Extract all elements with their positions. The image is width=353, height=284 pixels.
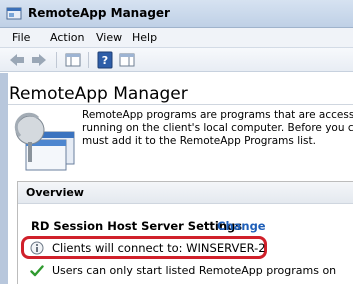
remoteapp-icon (6, 7, 22, 20)
description-line: running on the client's local computer. … (82, 122, 353, 134)
change-link[interactable]: Change (217, 219, 266, 233)
forward-icon[interactable] (30, 51, 48, 69)
window-title: RemoteApp Manager (28, 6, 170, 20)
svg-text:?: ? (102, 54, 108, 67)
overview-title: Overview (26, 186, 84, 199)
page-description: RemoteApp programs are programs that are… (82, 109, 353, 148)
description-line: must add it to the RemoteApp Programs li… (82, 135, 316, 147)
console-tree-icon[interactable] (64, 51, 82, 69)
description-line: RemoteApp programs are programs that are… (82, 109, 353, 121)
menu-file[interactable]: File (12, 31, 30, 44)
back-icon[interactable] (8, 51, 26, 69)
toolbar: ? (0, 48, 353, 72)
page-title: RemoteApp Manager (9, 84, 188, 104)
section-title: RD Session Host Server Settings (31, 219, 243, 233)
menu-bar: File Action View Help (0, 28, 353, 48)
action-pane-icon[interactable] (118, 51, 136, 69)
title-divider (8, 104, 353, 105)
checkmark-icon (30, 265, 44, 277)
remoteapp-illustration-icon (14, 112, 75, 171)
help-icon[interactable]: ? (96, 51, 114, 69)
title-bar: RemoteApp Manager (0, 0, 353, 28)
connect-status-text: Clients will connect to: WINSERVER-2 (52, 241, 266, 255)
menu-action[interactable]: Action (50, 31, 84, 44)
info-icon (30, 241, 44, 255)
menu-view[interactable]: View (96, 31, 122, 44)
menu-help[interactable]: Help (132, 31, 157, 44)
users-status-text: Users can only start listed RemoteApp pr… (52, 264, 337, 277)
